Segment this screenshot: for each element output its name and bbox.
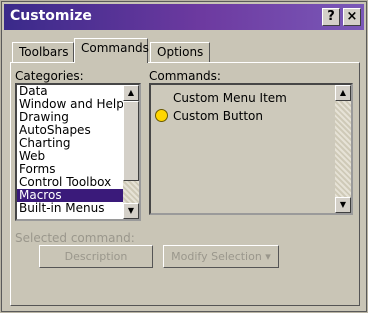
tab-commands[interactable]: Commands — [74, 38, 149, 63]
commands-scrollbar[interactable]: ▲ ▼ — [335, 85, 351, 213]
selected-command-label: Selected command: — [15, 231, 135, 245]
scroll-down-icon[interactable]: ▼ — [335, 197, 351, 213]
command-item-custom-menu[interactable]: Custom Menu Item — [155, 89, 335, 107]
scroll-up-icon[interactable]: ▲ — [335, 85, 351, 101]
commands-list[interactable]: Custom Menu Item Custom Button ▲ ▼ — [149, 83, 353, 215]
modify-selection-button[interactable]: Modify Selection ▾ — [163, 245, 279, 268]
tab-options[interactable]: Options — [150, 42, 210, 62]
categories-label: Categories: — [15, 69, 84, 83]
scroll-thumb[interactable] — [123, 101, 139, 181]
description-button[interactable]: Description — [39, 245, 153, 268]
categories-scrollbar[interactable]: ▲ ▼ — [123, 85, 139, 219]
smiley-icon — [155, 109, 168, 122]
categories-list[interactable]: Data Window and Help Drawing AutoShapes Char… — [15, 83, 141, 221]
help-button[interactable]: ? — [322, 8, 340, 26]
customize-dialog: Customize ? × Toolbars Commands Options … — [1, 1, 367, 312]
command-item-custom-button[interactable]: Custom Button — [155, 107, 335, 125]
commands-label: Commands: — [149, 69, 221, 83]
scroll-down-icon[interactable]: ▼ — [123, 203, 139, 219]
scroll-up-icon[interactable]: ▲ — [123, 85, 139, 101]
commands-panel: Categories: Data Window and Help Drawing Au… — [10, 62, 360, 306]
close-button[interactable]: × — [343, 8, 361, 26]
command-item-label: Custom Button — [173, 109, 263, 123]
title-bar: Customize ? × — [4, 4, 364, 30]
category-item[interactable]: Built-in Menus — [17, 202, 139, 215]
tab-toolbars[interactable]: Toolbars — [12, 42, 74, 62]
dialog-title: Customize — [10, 8, 92, 24]
